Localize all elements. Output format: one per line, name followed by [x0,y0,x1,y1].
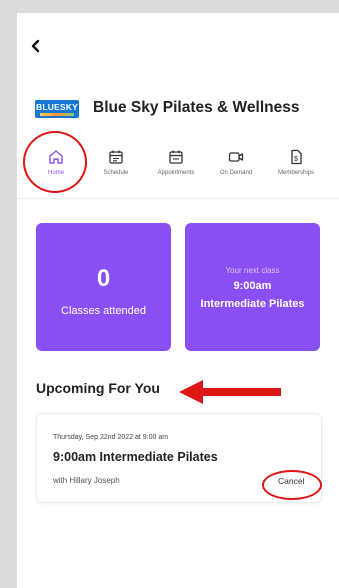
logo-strip [40,112,74,116]
tab-memberships-label: Memberships [277,170,314,176]
studio-header: BLUESKY Blue Sky Pilates & Wellness [35,99,335,127]
tab-on-demand-label: On Demand [219,170,253,176]
classes-attended-label: Classes attended [61,305,146,317]
studio-name: Blue Sky Pilates & Wellness [93,99,300,116]
classes-attended-card: 0 Classes attended [36,223,171,351]
svg-text:$: $ [294,156,298,163]
upcoming-title: Upcoming For You [36,380,160,396]
studio-logo: BLUESKY [35,100,79,118]
video-icon [228,152,244,162]
event-date: Thursday, Sep 22nd 2022 at 9:00 am [53,434,169,441]
chevron-left-icon [31,39,40,53]
tab-divider [17,198,339,199]
tab-appointments[interactable]: Appointments [146,148,206,194]
tab-schedule[interactable]: Schedule [86,148,146,194]
next-class-label: Your next class [225,266,280,275]
app-screen: BLUESKY Blue Sky Pilates & Wellness Home… [17,13,339,588]
tab-memberships[interactable]: $ Memberships [266,148,326,194]
event-title: 9:00am Intermediate Pilates [53,450,218,464]
calendar-icon [169,150,183,164]
tab-on-demand[interactable]: On Demand [206,148,266,194]
annotation-circle-home [23,131,87,193]
annotation-circle-cancel [262,470,322,500]
classes-attended-count: 0 [96,265,111,292]
event-instructor: with Hillary Joseph [53,476,120,485]
membership-icon: $ [291,149,302,165]
next-class-time: 9:00am [233,280,272,292]
tab-appointments-label: Appointments [157,170,195,176]
logo-text: BLUESKY [35,101,79,112]
upcoming-event-card[interactable]: Thursday, Sep 22nd 2022 at 9:00 am 9:00a… [36,413,322,503]
tab-schedule-label: Schedule [103,170,129,176]
back-button[interactable] [29,39,43,53]
calendar-icon [109,150,123,164]
next-class-name: Intermediate Pilates [200,298,305,310]
next-class-card[interactable]: Your next class 9:00am Intermediate Pila… [185,223,320,351]
annotation-arrow-icon [179,380,281,404]
